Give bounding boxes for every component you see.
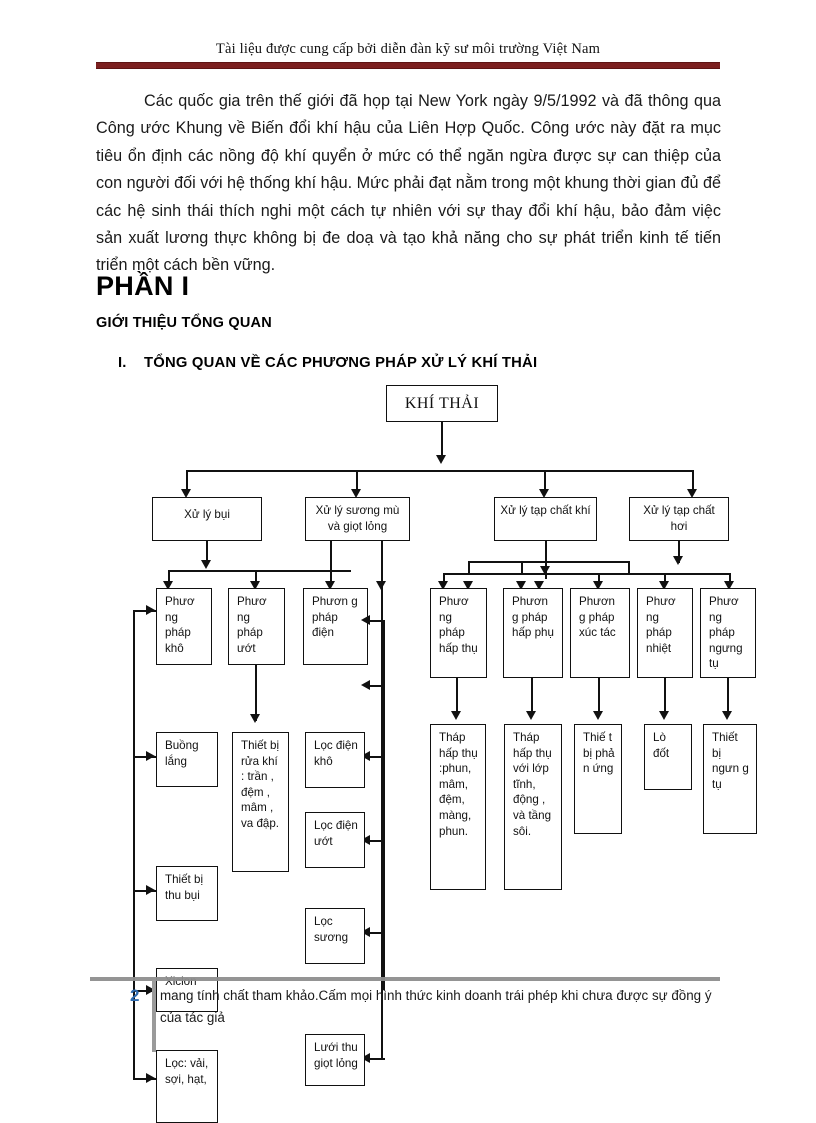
page-number: 2 — [130, 986, 140, 1005]
flow-node-lo-dot: Lò đốt — [644, 724, 692, 790]
flow-node-xu-ly-tap-chat-khi: Xử lý tạp chất khí — [494, 497, 597, 541]
connector-left-spine — [133, 610, 135, 1078]
flow-node-pp-ngung-tu: Phươ ng pháp ngưng tụ — [700, 588, 756, 678]
footer-text: mang tính chất tham khảo.Cấm mọi hình th… — [160, 988, 712, 1025]
connector-r3-4 — [664, 678, 666, 714]
arrow-suong-dien — [376, 581, 386, 590]
flow-node-pp-hap-thu: Phươ ng pháp hấp thụ — [430, 588, 487, 678]
connector-r3-5 — [727, 678, 729, 714]
document-page: Tài liệu được cung cấp bởi diễn đàn kỹ s… — [0, 0, 816, 1123]
flow-node-thap-hap-thu: Tháp hấp thụ :phun, mâm, đệm, màng, phun… — [430, 724, 486, 890]
connector-uot-down — [255, 665, 257, 721]
flow-node-loc-dien-uot: Lọc điện ướt — [305, 812, 365, 868]
flow-node-pp-xuc-tac: Phươn g pháp xúc tác — [570, 588, 630, 678]
flow-node-thiet-bi-rua-khi: Thiết bị rửa khí : trần , đệm , mâm , va… — [232, 732, 289, 872]
flow-node-buong-lang: Buồng lắng — [156, 732, 218, 787]
arrow-root-down — [436, 455, 446, 464]
flow-node-thiet-bi-thu-bui: Thiết bị thu bụi — [156, 866, 218, 921]
arrow-r3-1 — [451, 711, 461, 720]
arrow-uot-down — [250, 714, 260, 723]
air-treatment-flowchart: KHÍ THẢI Xử lý bụi Xử lý sương mù và giọ… — [0, 0, 816, 1123]
arrow-spine-pp-kho — [146, 605, 155, 615]
arrow-bui-stem — [201, 560, 211, 569]
flow-node-thiet-bi-ngung-tu: Thiết bị ngưn g tụ — [703, 724, 757, 834]
flow-node-pp-uot: Phươ ng pháp ướt — [228, 588, 285, 665]
flow-node-loc-suong: Lọc sương — [305, 908, 365, 964]
flow-node-pp-dien: Phươn g pháp điện — [303, 588, 368, 665]
arrow-dien-mid — [361, 680, 370, 690]
arrow-r3-2 — [526, 711, 536, 720]
footer-divider-rule — [90, 977, 720, 981]
connector-suong-stem — [330, 541, 332, 570]
connector-khi-bus — [468, 561, 628, 563]
arrow-spine-buong-lang — [146, 751, 155, 761]
connector-r3-1 — [456, 678, 458, 714]
flow-node-thiet-bi-phan-ung: Thiế t bị phả n ứng — [574, 724, 622, 834]
flow-node-pp-hap-phu: Phươn g pháp hấp phụ — [503, 588, 563, 678]
flow-node-thap-hap-thu-lop: Tháp hấp thụ với lớp tĩnh, động , và tần… — [504, 724, 562, 890]
connector-level1-bus — [186, 470, 693, 472]
flow-node-xu-ly-tap-chat-hoi: Xử lý tạp chất hơi — [629, 497, 729, 541]
arrow-r3-5 — [722, 711, 732, 720]
connector-dien-spine — [383, 620, 385, 990]
connector-suong-spine — [381, 593, 383, 998]
arrow-r3-3 — [593, 711, 603, 720]
footer-side-bar — [152, 980, 156, 1052]
connector-bui-bus — [168, 570, 351, 572]
connector-r3-2 — [531, 678, 533, 714]
connector-r3-3 — [598, 678, 600, 714]
flow-node-loc-vai-soi-hat: Lọc: vải, sợi, hạt, — [156, 1050, 218, 1123]
flow-node-pp-kho: Phươ ng pháp khô — [156, 588, 212, 665]
flow-node-loc-dien-kho: Lọc điện khô — [305, 732, 365, 788]
arrow-r3-4 — [659, 711, 669, 720]
flow-node-luoi-thu-giot-long: Lưới thu giọt lỏng — [305, 1034, 365, 1086]
connector-hoi-bus — [443, 573, 730, 575]
arrow-spine-loc-vai — [146, 1073, 155, 1083]
flow-node-xu-ly-suong: Xử lý sương mù và giọt lỏng — [305, 497, 410, 541]
flow-node-root: KHÍ THẢI — [386, 385, 498, 422]
flow-node-xu-ly-bui: Xử lý bụi — [152, 497, 262, 541]
arrow-dien-in — [361, 615, 370, 625]
flow-node-pp-nhiet: Phươ ng pháp nhiệt — [637, 588, 693, 678]
arrow-spine-thu-bui — [146, 885, 155, 895]
connector-root-stem — [441, 422, 443, 458]
arrow-hoi-stem — [673, 556, 683, 565]
